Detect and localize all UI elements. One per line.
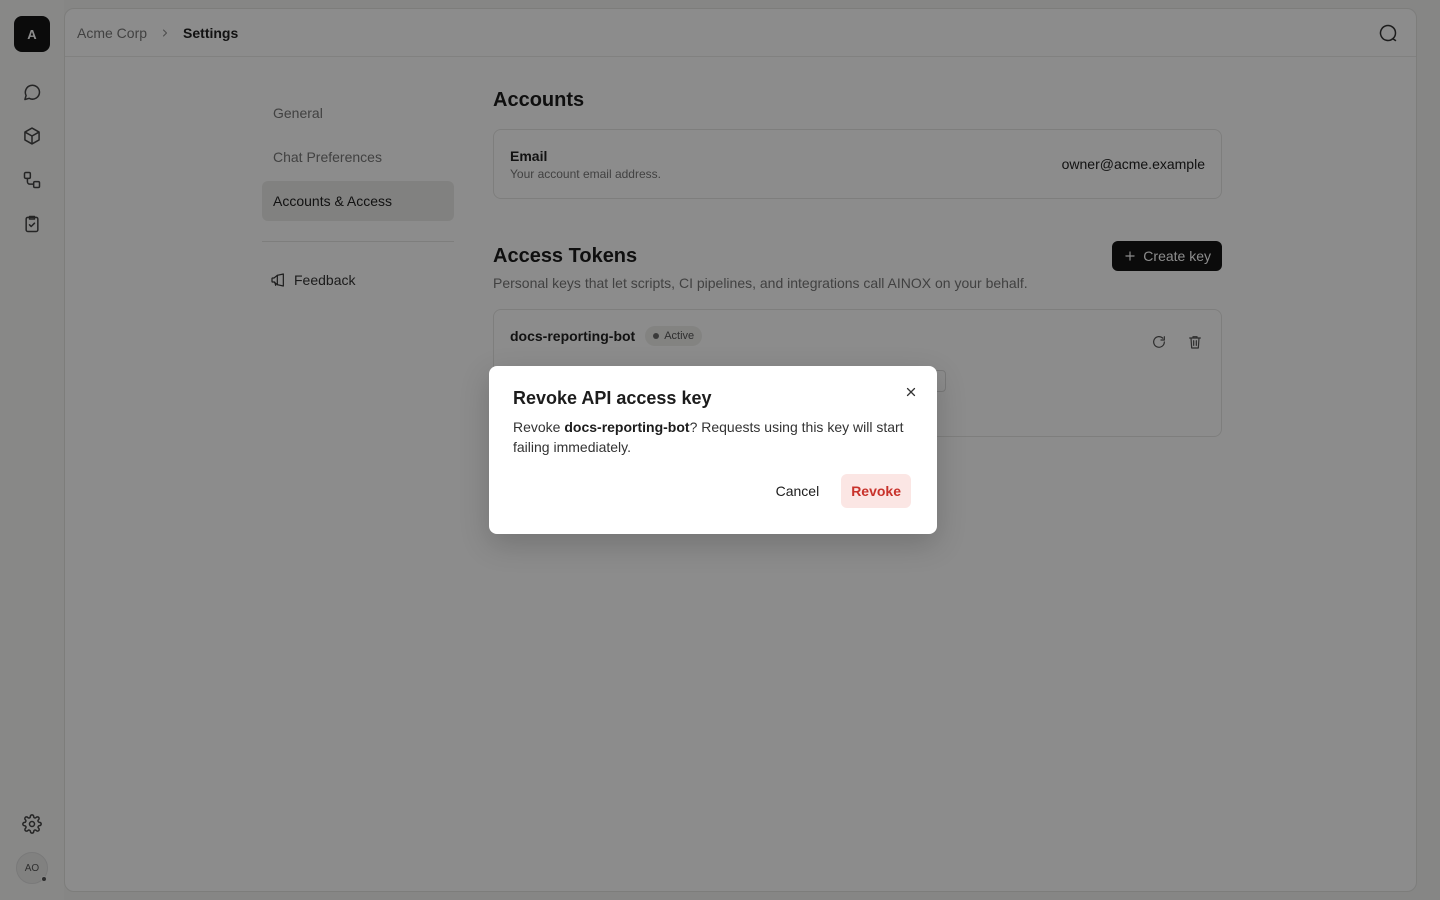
dialog-title: Revoke API access key [513, 388, 712, 408]
dialog-body: Revoke docs-reporting-bot? Requests usin… [513, 417, 913, 457]
cancel-button[interactable]: Cancel [766, 474, 830, 508]
revoke-button[interactable]: Revoke [841, 474, 911, 508]
dialog-key-name: docs-reporting-bot [564, 419, 690, 435]
close-icon[interactable] [901, 382, 921, 402]
revoke-key-dialog: Revoke API access key Revoke docs-report… [489, 366, 937, 534]
dialog-body-prefix: Revoke [513, 419, 565, 435]
